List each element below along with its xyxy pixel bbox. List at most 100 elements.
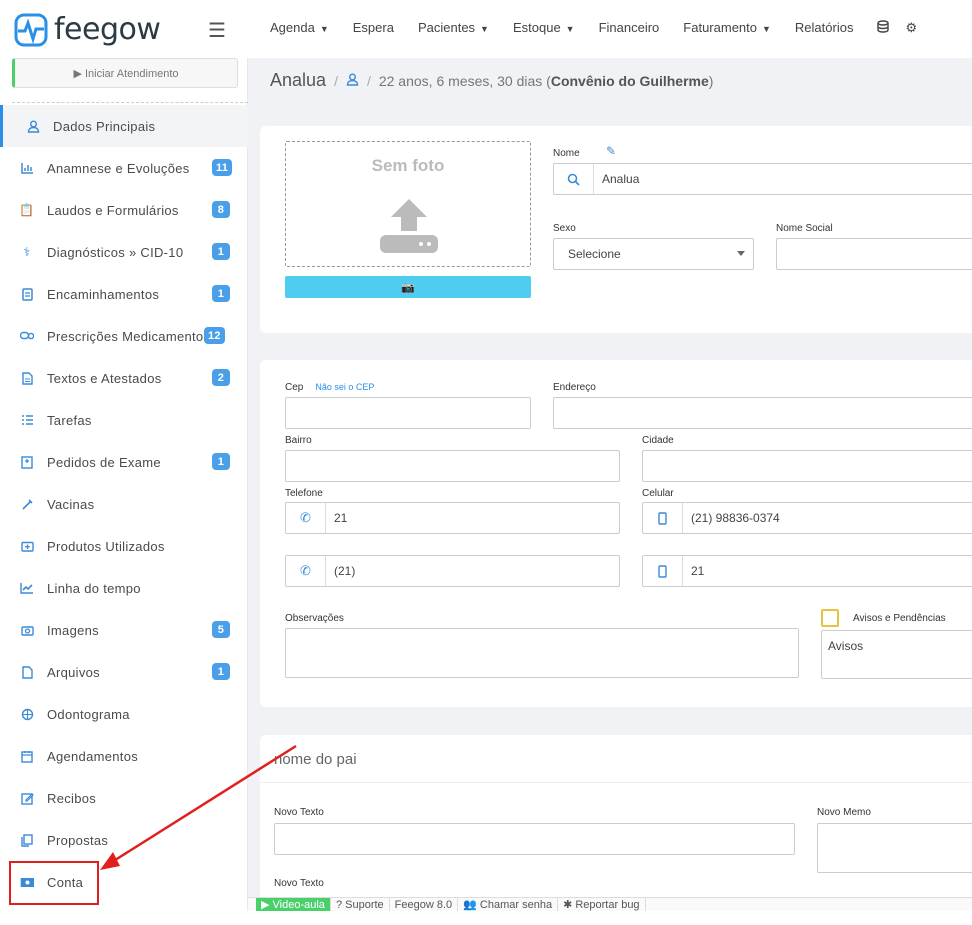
nav-faturamento[interactable]: Faturamento ▼ (683, 20, 771, 36)
count-badge: 1 (212, 663, 230, 680)
count-badge: 2 (212, 369, 230, 386)
hamburger-menu-icon[interactable]: ☰ (208, 18, 226, 43)
clipboard-icon: 📋 (19, 203, 35, 217)
database-icon[interactable] (877, 20, 890, 36)
name-field[interactable]: Analua (553, 163, 972, 195)
cell-field-1[interactable]: (21) 98836-0374 (642, 502, 972, 534)
sidebar-item-odontograma[interactable]: Odontograma (0, 693, 248, 735)
sidebar-item-agendamentos[interactable]: Agendamentos (0, 735, 248, 777)
camera-icon (20, 623, 34, 637)
phone-icon: ✆ (286, 503, 326, 533)
chevron-down-icon: ▼ (480, 24, 489, 34)
photo-upload-area[interactable]: Sem foto (285, 141, 531, 267)
nav-relatorios[interactable]: Relatórios (795, 20, 854, 36)
main-content: Analua / / 22 anos, 6 meses, 30 dias (Co… (248, 58, 972, 925)
calendar-icon (20, 749, 34, 763)
sidebar-item-tarefas[interactable]: Tarefas (0, 399, 248, 441)
edit-icon[interactable]: ✎ (606, 144, 616, 158)
warnings-label: Avisos e Pendências (853, 613, 946, 624)
call-password-button[interactable]: 👥 Chamar senha (458, 898, 559, 911)
sidebar-menu: Dados Principais Anamnese e Evoluções 11… (0, 105, 248, 903)
sidebar-item-produtos[interactable]: Produtos Utilizados (0, 525, 248, 567)
logo-text: feegow (54, 12, 161, 47)
cep-unknown-link[interactable]: Não sei o CEP (315, 382, 374, 392)
social-name-label: Nome Social (776, 223, 833, 234)
sidebar-item-label: Vacinas (47, 496, 95, 512)
warnings-checkbox[interactable] (821, 609, 839, 627)
upload-icon (380, 199, 438, 253)
sidebar-item-pedidos-exame[interactable]: Pedidos de Exame 1 (0, 441, 248, 483)
sidebar-item-prescricoes[interactable]: Prescrições Medicamentos 12 (0, 315, 248, 357)
name-label: Nome (553, 148, 580, 159)
cell-label: Celular (642, 488, 674, 499)
start-attendance-button[interactable]: ▶ Iniciar Atendimento (12, 58, 238, 88)
sidebar-item-laudos[interactable]: 📋 Laudos e Formulários 8 (0, 189, 248, 231)
gear-icon[interactable]: ⚙ (905, 20, 917, 36)
notes-textarea[interactable] (285, 628, 799, 678)
new-text-label-2: Novo Texto (274, 878, 324, 889)
district-field[interactable] (285, 450, 620, 482)
social-name-field[interactable] (776, 238, 972, 270)
sidebar-item-imagens[interactable]: Imagens 5 (0, 609, 248, 651)
sidebar-item-diagnosticos[interactable]: ⚕ Diagnósticos » CID-10 1 (0, 231, 248, 273)
count-badge: 1 (212, 453, 230, 470)
sidebar-item-label: Recibos (47, 790, 97, 806)
district-label: Bairro (285, 435, 312, 446)
sex-select[interactable]: Selecione (553, 238, 754, 270)
phone-field-1[interactable]: ✆ 21 (285, 502, 620, 534)
new-text-field[interactable] (274, 823, 795, 855)
nav-estoque[interactable]: Estoque ▼ (513, 20, 575, 36)
help-icon: ? (335, 898, 343, 911)
pills-icon (20, 329, 34, 343)
sidebar-item-propostas[interactable]: Propostas (0, 819, 248, 861)
sidebar-item-arquivos[interactable]: Arquivos 1 (0, 651, 248, 693)
sidebar-item-label: Imagens (47, 622, 99, 638)
camera-button[interactable]: 📷 (285, 276, 531, 298)
chart-icon (20, 161, 34, 175)
cell-value-1: (21) 98836-0374 (691, 511, 780, 525)
nav-espera[interactable]: Espera (353, 20, 394, 36)
tasks-icon (20, 413, 34, 427)
main-nav: Agenda ▼ Espera Pacientes ▼ Estoque ▼ Finan… (258, 20, 929, 36)
chevron-down-icon (737, 251, 745, 256)
warnings-textarea[interactable]: Avisos (821, 630, 972, 679)
sidebar-item-anamnese[interactable]: Anamnese e Evoluções 11 (0, 147, 248, 189)
video-icon: ▶ (261, 899, 270, 911)
sidebar-item-linha-tempo[interactable]: Linha do tempo (0, 567, 248, 609)
sidebar-item-encaminhamentos[interactable]: Encaminhamentos 1 (0, 273, 248, 315)
sidebar-item-textos[interactable]: Textos e Atestados 2 (0, 357, 248, 399)
cep-field[interactable] (285, 397, 531, 429)
no-photo-label: Sem foto (371, 156, 445, 175)
sidebar-item-recibos[interactable]: Recibos (0, 777, 248, 819)
feegow-logo[interactable]: feegow (14, 12, 161, 47)
breadcrumb-separator: / (334, 72, 338, 89)
address-field[interactable] (553, 397, 972, 429)
cell-field-2[interactable]: 21 (642, 555, 972, 587)
address-panel: Cep Não sei o CEP Endereço Bairro Cidade … (260, 360, 972, 707)
phone-field-2[interactable]: ✆ (21) (285, 555, 620, 587)
nav-agenda[interactable]: Agenda ▼ (270, 20, 329, 36)
new-memo-textarea[interactable] (817, 823, 972, 873)
support-button[interactable]: ? Suporte (331, 898, 390, 911)
nav-label: Relatórios (794, 20, 854, 35)
copy-icon (20, 833, 34, 847)
nav-financeiro[interactable]: Financeiro (599, 20, 660, 36)
user-icon (346, 73, 359, 89)
sidebar: ▶ Iniciar Atendimento Dados Principais A… (0, 58, 248, 911)
count-badge: 8 (212, 201, 230, 218)
support-label: Suporte (345, 898, 384, 911)
sidebar-item-dados-principais[interactable]: Dados Principais (0, 105, 248, 147)
nav-pacientes[interactable]: Pacientes ▼ (418, 20, 489, 36)
sidebar-item-label: Dados Principais (53, 118, 156, 134)
logo-icon (14, 13, 48, 46)
video-label: Video-aula (272, 898, 325, 911)
divider (260, 782, 972, 783)
report-bug-button[interactable]: ✱ Reportar bug (558, 898, 646, 911)
father-name-title: nome do pai (274, 751, 357, 768)
bottom-toolbar: ▶ Video-aula ? Suporte Feegow 8.0 👥 Cham… (248, 897, 972, 911)
hospital-icon (20, 455, 34, 469)
city-field[interactable] (642, 450, 972, 482)
sidebar-item-vacinas[interactable]: Vacinas (0, 483, 248, 525)
video-lesson-button[interactable]: ▶ Video-aula (256, 898, 331, 911)
nav-label: Espera (352, 20, 394, 35)
